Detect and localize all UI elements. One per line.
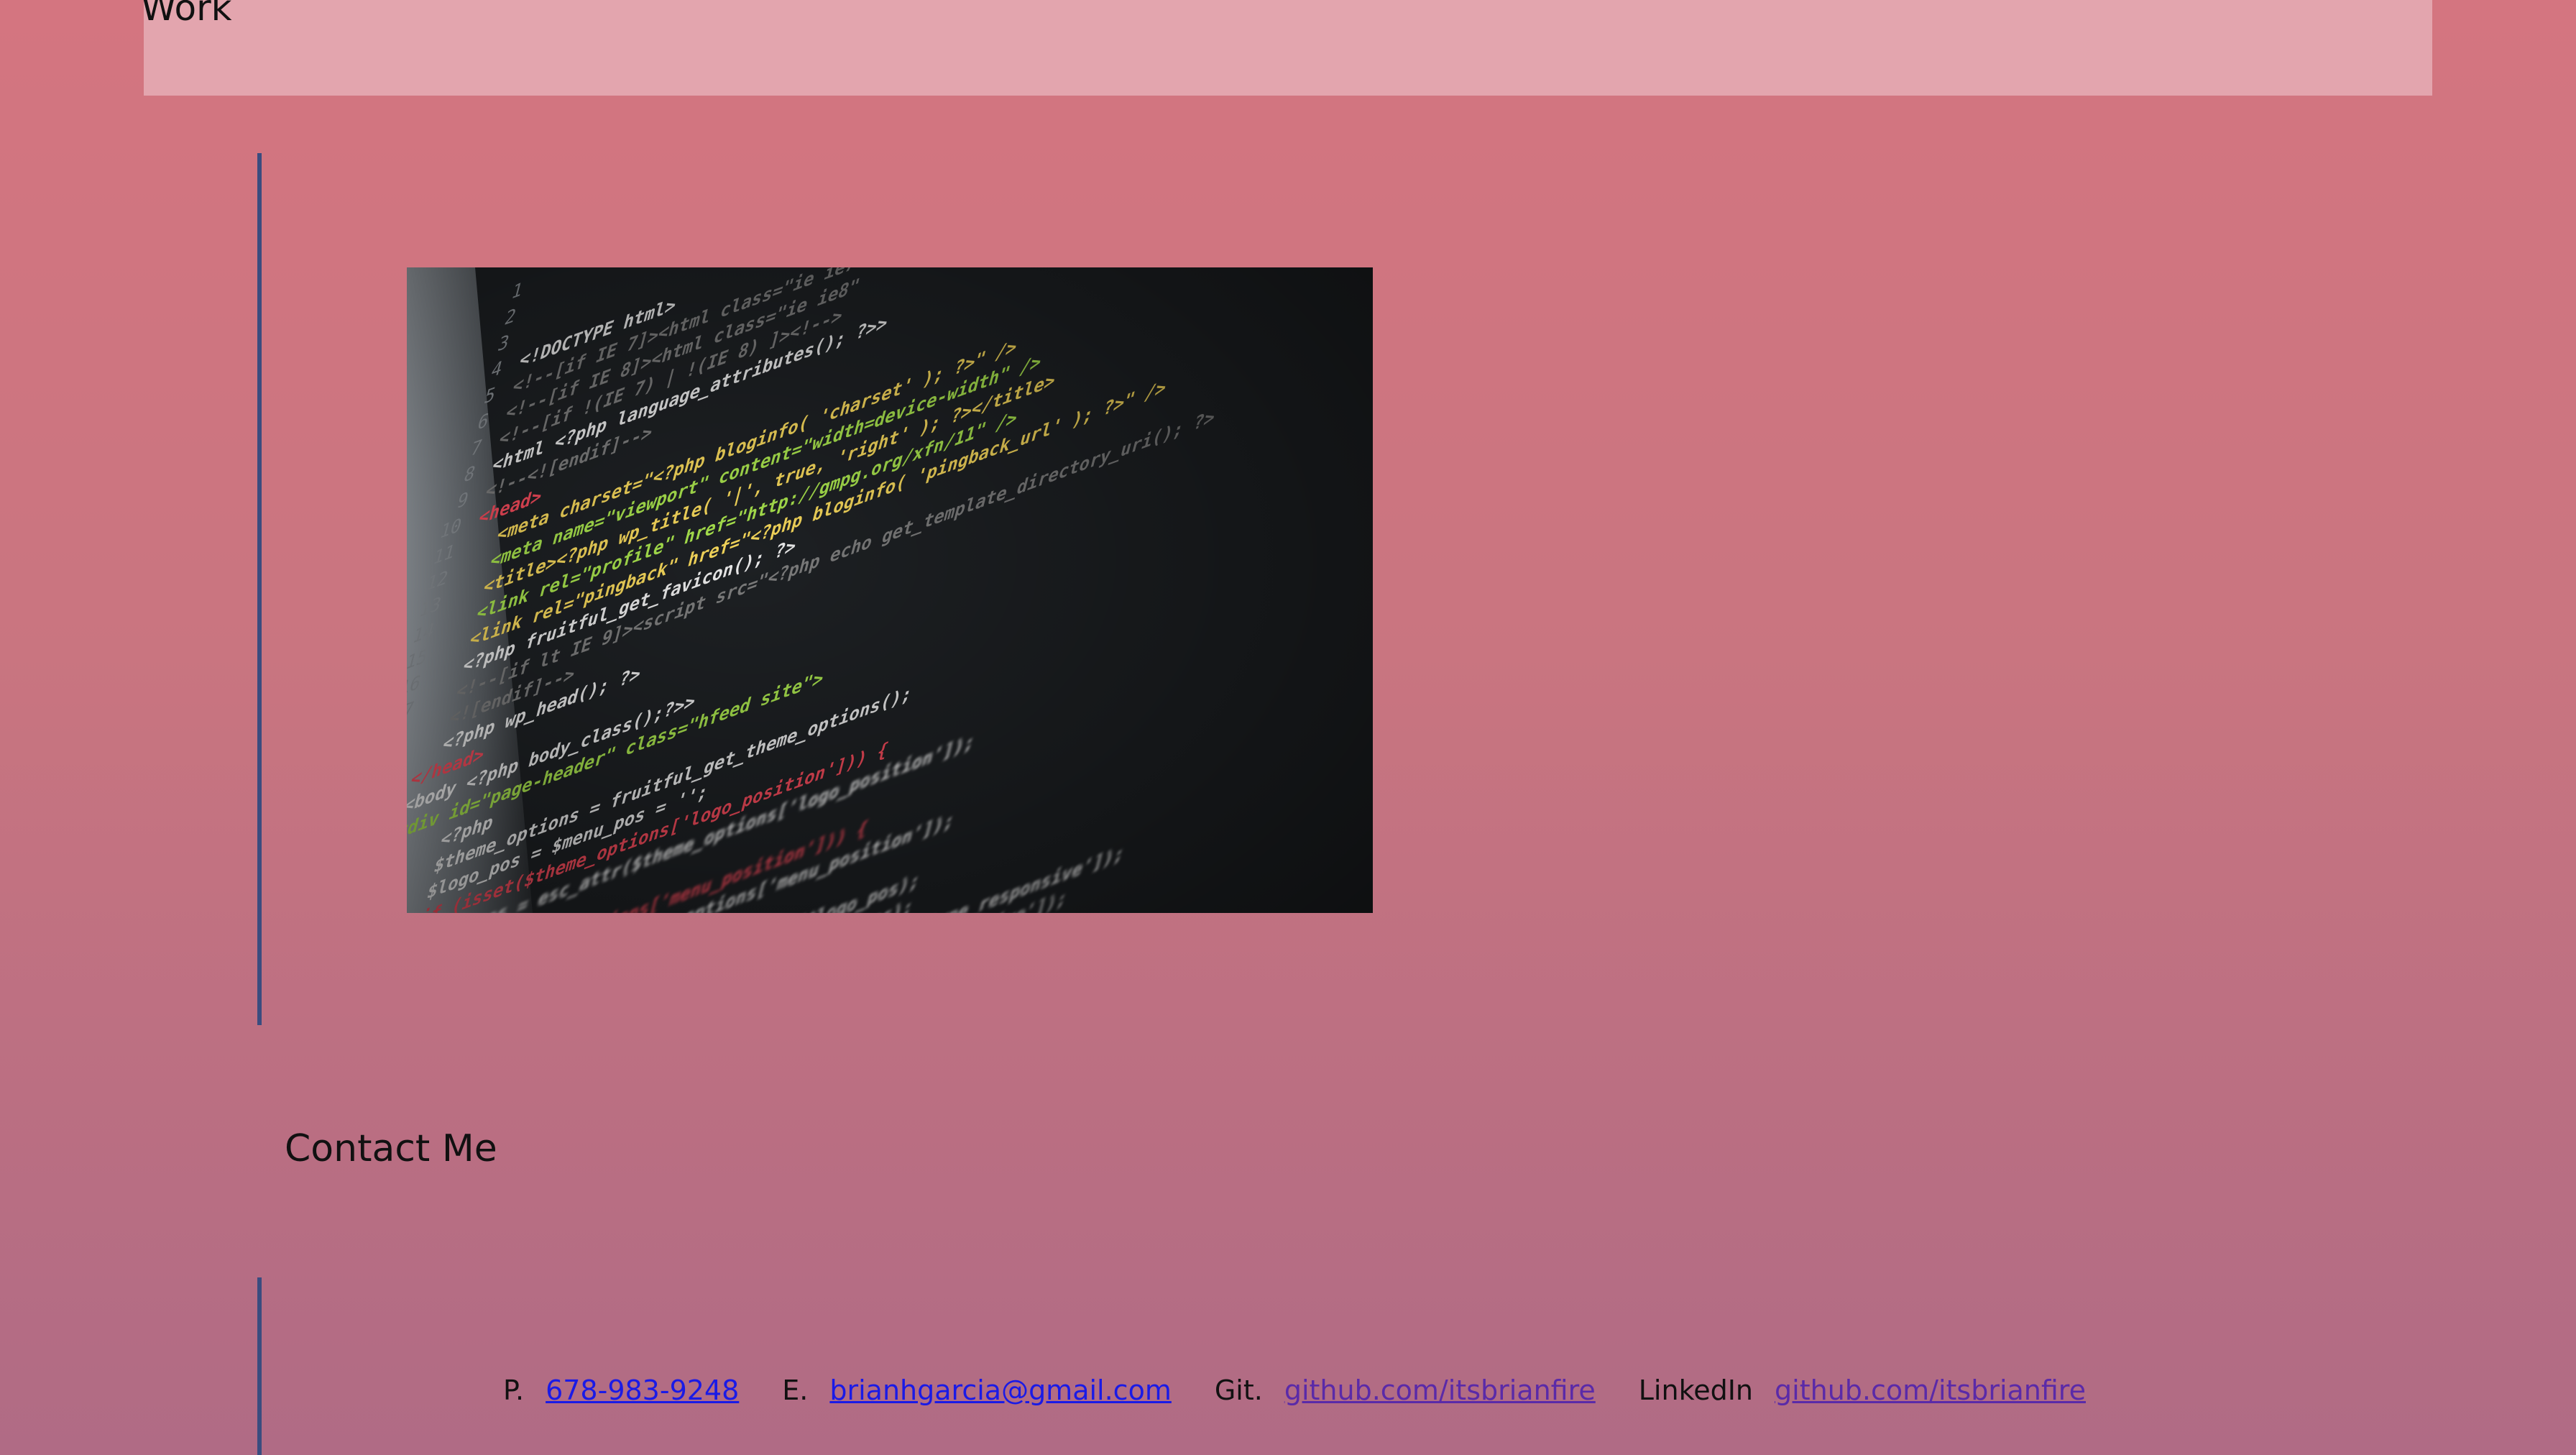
header-band (144, 0, 2432, 96)
linkedin-link[interactable]: github.com/itsbrianfire (1775, 1377, 2086, 1404)
contact-info-row: P. 678-983-9248 E. brianhgarcia@gmail.co… (503, 1377, 2086, 1404)
email-label: E. (782, 1374, 809, 1406)
email-link[interactable]: brianhgarcia@gmail.com (829, 1377, 1171, 1404)
linkedin-label: LinkedIn (1638, 1374, 1754, 1406)
code-editor-photo: 1234567891011121314151617181920212223242… (407, 267, 1373, 913)
github-link[interactable]: github.com/itsbrianfire (1284, 1377, 1596, 1404)
work-section-divider (257, 153, 262, 1025)
work-project-image[interactable]: 1234567891011121314151617181920212223242… (407, 267, 1373, 913)
photo-vignette (407, 267, 1373, 913)
contact-section-divider (257, 1277, 262, 1455)
work-heading: Work (141, 0, 232, 29)
phone-link[interactable]: 678-983-9248 (546, 1377, 739, 1404)
phone-label: P. (503, 1374, 525, 1406)
contact-heading: Contact Me (285, 1127, 497, 1170)
git-label: Git. (1214, 1374, 1263, 1406)
